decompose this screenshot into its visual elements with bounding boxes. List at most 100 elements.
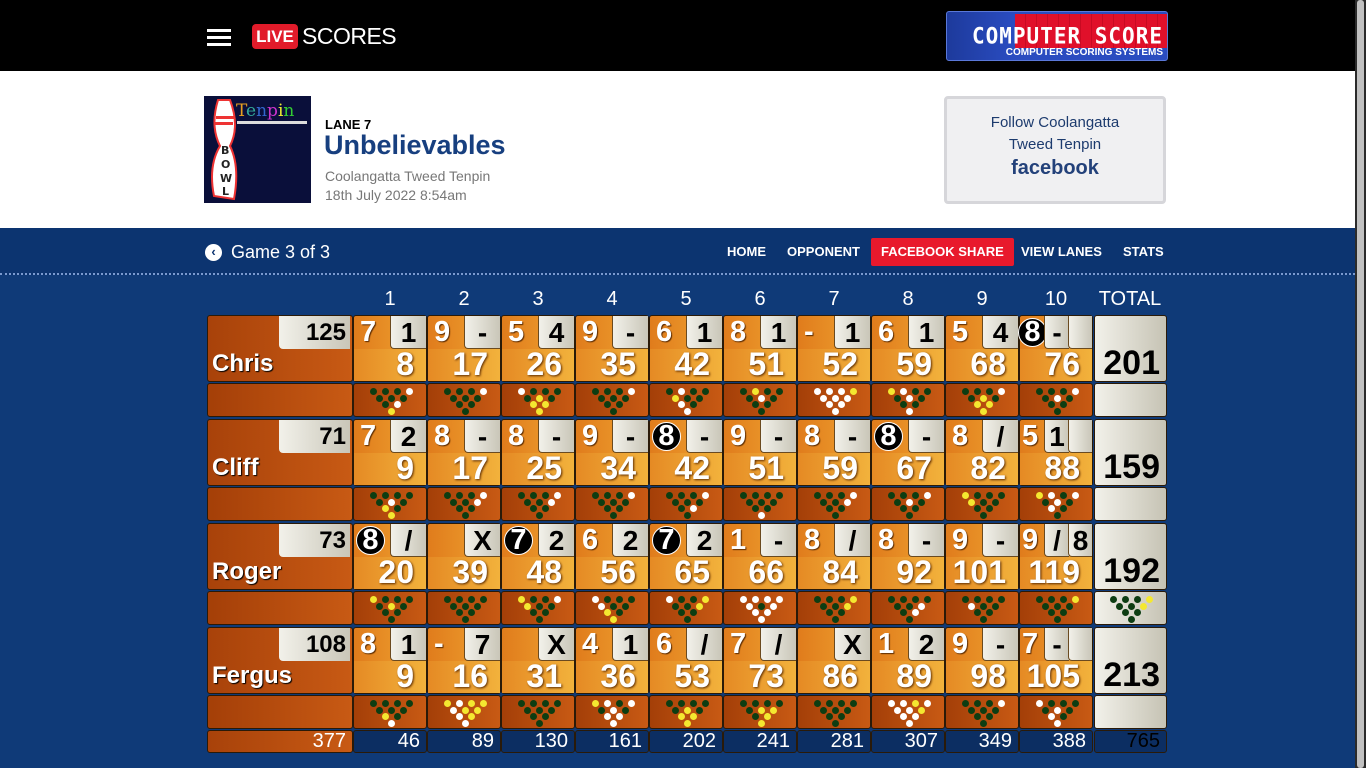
ball-box: - bbox=[760, 524, 796, 557]
first-ball: 8 bbox=[730, 316, 747, 348]
frame-cell[interactable]: 9-17 bbox=[427, 315, 501, 382]
frame-cell[interactable]: 8 1 51 bbox=[723, 315, 797, 382]
pin bbox=[813, 388, 821, 395]
nav-stats[interactable]: STATS bbox=[1113, 238, 1174, 266]
frame-cell[interactable]: 5 4 26 bbox=[501, 315, 575, 382]
frame-cell[interactable]: 4 1 36 bbox=[575, 627, 649, 694]
pin bbox=[745, 706, 753, 714]
computer-score-logo[interactable]: COMPUTER SCORE COMPUTER SCORING SYSTEMS bbox=[946, 11, 1168, 61]
frame-cell[interactable]: 8-92 bbox=[871, 523, 945, 590]
first-ball: 9 bbox=[952, 628, 969, 660]
pin bbox=[819, 394, 827, 402]
pin bbox=[825, 388, 833, 395]
pin bbox=[393, 700, 401, 707]
pin bbox=[461, 407, 469, 415]
pin bbox=[973, 401, 981, 408]
frame-cell[interactable]: 5 4 68 bbox=[945, 315, 1019, 382]
frame-pins bbox=[871, 487, 945, 521]
frame-cell[interactable]: 9-51 bbox=[723, 419, 797, 486]
frame-cell[interactable]: 819 bbox=[353, 627, 427, 694]
pin bbox=[467, 505, 475, 512]
pin bbox=[1071, 700, 1079, 707]
frame-team-total: 241 bbox=[723, 730, 797, 753]
pin bbox=[689, 401, 697, 408]
pin bbox=[831, 615, 839, 623]
pin bbox=[1122, 609, 1129, 616]
frame-cell[interactable]: 8-76 bbox=[1018, 315, 1093, 382]
frame-cell[interactable]: 8-25 bbox=[501, 419, 575, 486]
scrollbar-thumb[interactable] bbox=[1357, 0, 1364, 768]
frame-cell[interactable]: 8-67 bbox=[871, 419, 945, 486]
frame-cell[interactable]: 7 2 48 bbox=[501, 523, 575, 590]
back-chevron-icon[interactable]: ‹ bbox=[205, 244, 222, 261]
frame-cell[interactable]: 9-35 bbox=[575, 315, 649, 382]
nav-facebook-share[interactable]: FACEBOOK SHARE bbox=[871, 238, 1014, 266]
frame-cell[interactable]: 8-17 bbox=[427, 419, 501, 486]
frame-cell[interactable]: -7 16 bbox=[427, 627, 501, 694]
frame-cell[interactable]: 9-101 bbox=[945, 523, 1019, 590]
frame-cell[interactable]: 9/8 119 bbox=[1019, 523, 1093, 590]
frame-pins bbox=[945, 383, 1019, 417]
player-total: 201 bbox=[1094, 315, 1167, 382]
facebook-follow-button[interactable]: Follow Coolangatta Tweed Tenpin facebook bbox=[944, 96, 1166, 204]
pin bbox=[671, 706, 679, 714]
frame-cell[interactable]: 7-105 bbox=[1019, 627, 1093, 694]
pin bbox=[689, 596, 697, 603]
pin bbox=[405, 596, 413, 603]
pin bbox=[905, 407, 913, 415]
frame-header: 4 bbox=[606, 288, 618, 310]
pin bbox=[479, 700, 487, 707]
first-ball: 8 bbox=[652, 420, 681, 453]
frame-cell[interactable]: 6 1 59 bbox=[871, 315, 945, 382]
frame-score: 34 bbox=[600, 450, 636, 486]
hamburger-menu-icon[interactable] bbox=[207, 29, 231, 46]
frame-cell[interactable]: X 86 bbox=[797, 627, 871, 694]
frame-cell[interactable]: X 39 bbox=[427, 523, 501, 590]
frame-cell[interactable]: 718 bbox=[353, 315, 427, 382]
frame-cell[interactable]: 8 /84 bbox=[797, 523, 871, 590]
frame-score: 66 bbox=[748, 554, 784, 590]
frame-cell[interactable]: 9-98 bbox=[945, 627, 1019, 694]
pin bbox=[843, 498, 851, 506]
pin bbox=[603, 388, 611, 395]
frame-cell[interactable]: 1-66 bbox=[723, 523, 797, 590]
frame-cell[interactable]: X 31 bbox=[501, 627, 575, 694]
split-marker: 8 bbox=[874, 422, 903, 451]
pin bbox=[535, 602, 543, 610]
frame-cell[interactable]: 8/20 bbox=[353, 523, 427, 590]
pin bbox=[553, 388, 561, 395]
frame-cell[interactable]: 7 2 65 bbox=[649, 523, 723, 590]
frame-cell[interactable]: 1 2 89 bbox=[871, 627, 945, 694]
frame-cell[interactable]: 7 /73 bbox=[723, 627, 797, 694]
frame-cell[interactable]: 8-59 bbox=[797, 419, 871, 486]
frame-cell[interactable]: 6 1 42 bbox=[649, 315, 723, 382]
pin bbox=[751, 401, 759, 408]
pin bbox=[597, 602, 605, 610]
nav-opponent[interactable]: OPPONENT bbox=[777, 238, 870, 266]
frame-cell[interactable]: 8-42 bbox=[649, 419, 723, 486]
pin bbox=[763, 596, 771, 603]
pin bbox=[979, 394, 987, 402]
pin bbox=[1059, 713, 1067, 720]
first-ball: 6 bbox=[656, 316, 673, 348]
first-ball: 9 bbox=[434, 316, 451, 348]
pin bbox=[979, 706, 987, 714]
nav-home[interactable]: HOME bbox=[717, 238, 776, 266]
frame-pins bbox=[649, 383, 723, 417]
player-total-pins bbox=[1094, 591, 1167, 625]
pin bbox=[369, 492, 377, 499]
frame-cell[interactable]: 6 2 56 bbox=[575, 523, 649, 590]
total-header: TOTAL bbox=[1098, 288, 1162, 310]
frame-cell[interactable]: 5 1 88 bbox=[1019, 419, 1093, 486]
frame-cell[interactable]: 8 /82 bbox=[945, 419, 1019, 486]
frame-cell[interactable]: -1 52 bbox=[797, 315, 871, 382]
pin bbox=[739, 700, 747, 707]
frame-cell[interactable]: 9-34 bbox=[575, 419, 649, 486]
frame-cell[interactable]: 6 /53 bbox=[649, 627, 723, 694]
nav-view-lanes[interactable]: VIEW LANES bbox=[1011, 238, 1112, 266]
frame-cell[interactable]: 729 bbox=[353, 419, 427, 486]
pin bbox=[769, 498, 777, 506]
pin bbox=[905, 394, 913, 402]
first-ball: 6 bbox=[582, 524, 599, 556]
ball-box: 1 bbox=[390, 316, 426, 349]
